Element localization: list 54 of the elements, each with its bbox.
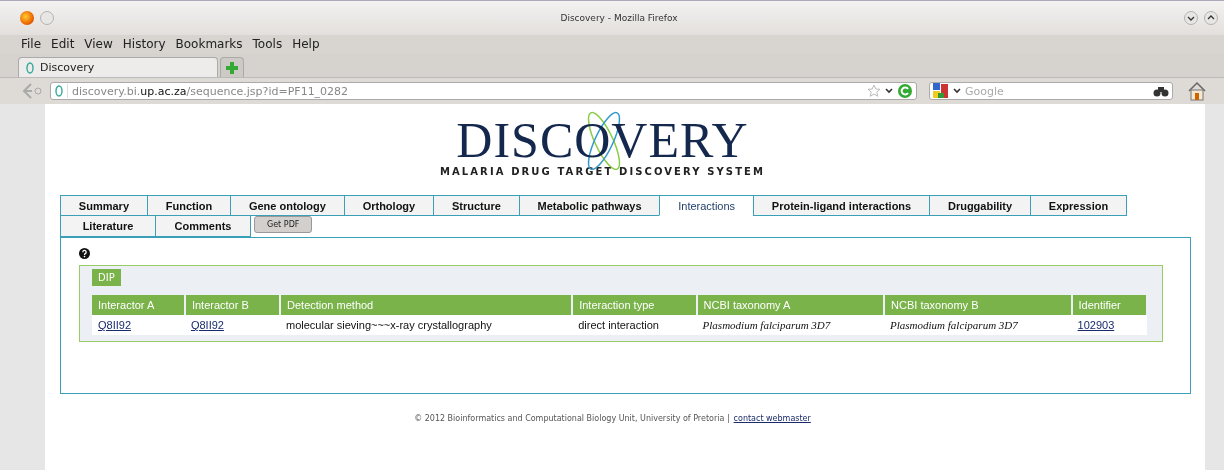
- window-title: Discovery - Mozilla Firefox: [559, 13, 679, 23]
- menu-item[interactable]: View: [84, 37, 113, 51]
- tab[interactable]: Structure: [433, 195, 520, 216]
- section-label: DIP: [92, 269, 121, 286]
- tab[interactable]: Gene ontology: [230, 195, 345, 216]
- firefox-icon[interactable]: [20, 11, 34, 25]
- site-favicon-icon: [25, 60, 35, 75]
- contact-link[interactable]: contact webmaster: [733, 414, 811, 423]
- search-engine-icon[interactable]: [933, 83, 949, 99]
- minimize-button[interactable]: [1184, 11, 1198, 25]
- binoculars-icon[interactable]: [1153, 85, 1169, 97]
- table-cell: molecular sieving~~~x-ray crystallography: [286, 319, 492, 331]
- tab[interactable]: Orthology: [343, 195, 435, 216]
- url-text: discovery.bi.up.ac.za/sequence.jsp?id=PF11_0282: [72, 84, 349, 98]
- chevron-down-icon: [1187, 14, 1195, 22]
- tab[interactable]: Function: [146, 195, 232, 216]
- plus-icon: [225, 60, 239, 75]
- menu-item[interactable]: Tools: [252, 37, 283, 51]
- column-header: Interactor B: [184, 295, 280, 315]
- column-header: Detection method: [280, 295, 573, 315]
- tab[interactable]: Summary: [60, 195, 148, 216]
- menu-item[interactable]: Bookmarks: [175, 37, 243, 51]
- tab[interactable]: Protein-ligand interactions: [753, 195, 931, 216]
- address-bar[interactable]: discovery.bi.up.ac.za/sequence.jsp?id=PF11_0282: [50, 82, 917, 100]
- get-pdf-button[interactable]: Get PDF: [254, 216, 313, 233]
- tab[interactable]: Comments: [155, 216, 251, 237]
- search-placeholder: Google: [965, 84, 1004, 98]
- table-cell: Plasmodium falciparum 3D7: [890, 319, 1018, 331]
- column-header: Interactor A: [92, 295, 185, 315]
- tab[interactable]: Expression: [1030, 195, 1128, 216]
- chevron-up-icon: [1207, 14, 1215, 22]
- tab[interactable]: Druggability: [929, 195, 1031, 216]
- browser-tab[interactable]: Discovery: [18, 57, 218, 77]
- tab[interactable]: Metabolic pathways: [518, 195, 661, 216]
- tab[interactable]: Interactions: [659, 195, 754, 216]
- column-header: Interaction type: [572, 295, 697, 315]
- column-header: NCBI taxonomy B: [884, 295, 1072, 315]
- dropdown-caret-icon[interactable]: [885, 88, 893, 94]
- menu-item[interactable]: Help: [292, 37, 320, 51]
- column-header: Identifier: [1071, 295, 1147, 315]
- maximize-button[interactable]: [1204, 11, 1218, 25]
- column-header: NCBI taxonomy A: [696, 295, 885, 315]
- dropdown-caret-icon[interactable]: [953, 88, 961, 94]
- home-icon[interactable]: [1187, 81, 1207, 101]
- help-icon[interactable]: [79, 248, 90, 259]
- site-favicon-icon: [54, 84, 68, 98]
- menu-item[interactable]: History: [122, 37, 166, 51]
- copyright-text: © 2012 Bioinformatics and Computational Biology Unit, University of Pretoria |: [414, 414, 730, 423]
- table-cell: Plasmodium falciparum 3D7: [702, 319, 831, 331]
- menu-item[interactable]: File: [21, 37, 42, 51]
- table-cell: direct interaction: [578, 319, 659, 331]
- menu-item[interactable]: Edit: [51, 37, 75, 51]
- star-icon[interactable]: [867, 84, 881, 98]
- tab[interactable]: Literature: [60, 216, 156, 237]
